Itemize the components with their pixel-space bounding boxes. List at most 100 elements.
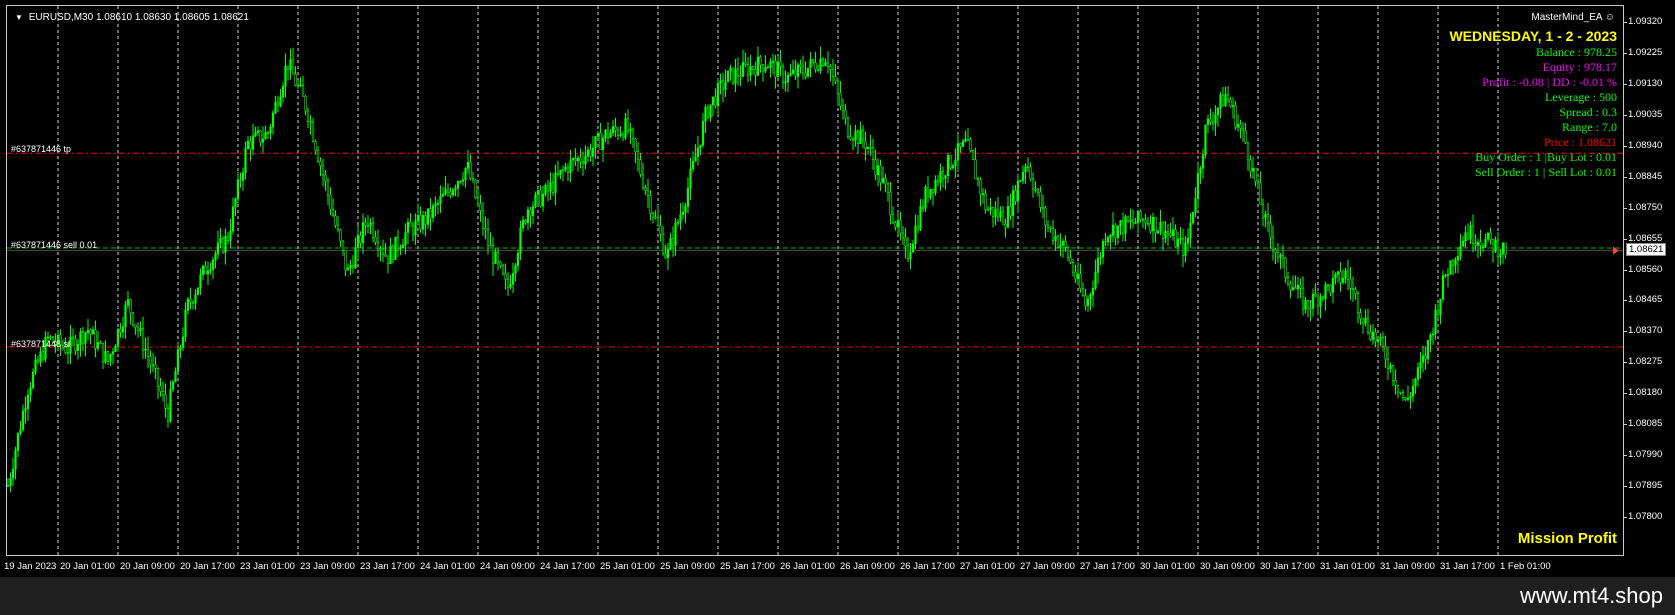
candle-body — [79, 331, 82, 345]
candle-body — [901, 232, 905, 239]
candle-body — [101, 342, 105, 363]
candle-body — [324, 174, 327, 182]
price-tick-label: 1.08085 — [1623, 418, 1663, 430]
price-chart[interactable] — [7, 6, 1624, 556]
candle-body — [549, 182, 552, 192]
candle-body — [1004, 224, 1007, 228]
candle-body — [709, 104, 712, 118]
expert-advisor-label[interactable]: MasterMind_EA ☺ — [1531, 12, 1615, 23]
candle-body — [1269, 222, 1272, 238]
candle-body — [1394, 379, 1397, 386]
ohlc-values: 1.08610 1.08630 1.08605 1.08621 — [95, 12, 249, 23]
candle-body — [601, 137, 605, 150]
chart-window[interactable]: ▼ EURUSD,M30 1.08610 1.08630 1.08605 1.0… — [0, 0, 1675, 577]
candle-body — [509, 284, 512, 288]
time-tick-label: 20 Jan 09:00 — [120, 561, 175, 572]
candle-body — [536, 190, 540, 195]
ea-name-text: MasterMind_EA — [1531, 12, 1602, 23]
candle-body — [1061, 240, 1065, 246]
candle-body — [1316, 295, 1320, 307]
candle-body — [561, 169, 565, 172]
candle-body — [834, 76, 837, 82]
candle-body — [1459, 246, 1462, 257]
time-tick-label: 23 Jan 17:00 — [360, 561, 415, 572]
time-axis[interactable]: 19 Jan 2023 20 Jan 01:00 20 Jan 09:00 20 Ja… — [0, 556, 1624, 577]
dropdown-triangle-icon[interactable]: ▼ — [15, 13, 23, 22]
candle-body — [1216, 107, 1220, 116]
candle-body — [1154, 217, 1157, 234]
candle-body — [194, 294, 197, 304]
candle-body — [1159, 222, 1162, 232]
candle-body — [1189, 222, 1192, 239]
candle-body — [546, 185, 550, 192]
candle-body — [1231, 105, 1235, 107]
price-tick-label: 1.08750 — [1623, 201, 1663, 213]
candle-body — [1406, 397, 1410, 400]
candle-body — [746, 64, 750, 76]
candle-body — [999, 211, 1002, 218]
candle-body — [1196, 173, 1200, 199]
candle-body — [159, 386, 162, 392]
time-tick-label: 1 Feb 01:00 — [1500, 561, 1551, 572]
candle-body — [811, 59, 815, 64]
candle-body — [1076, 273, 1080, 280]
candle-body — [34, 359, 37, 373]
candle-body — [1294, 287, 1297, 290]
candle-body — [1209, 118, 1212, 123]
candle-body — [1034, 188, 1037, 191]
candle-body — [339, 229, 342, 242]
candle-body — [621, 133, 625, 139]
candle-body — [896, 219, 900, 228]
candle-body — [119, 329, 122, 333]
candle-body — [246, 140, 250, 149]
candle-body — [1001, 211, 1005, 225]
candle-body — [384, 253, 387, 257]
candle-body — [1349, 278, 1352, 289]
candle-body — [319, 161, 322, 166]
candle-body — [144, 348, 147, 351]
candle-body — [641, 173, 645, 188]
candle-body — [104, 351, 107, 363]
panel-balance: Balance : 978.25 — [1536, 45, 1617, 59]
candle-body — [389, 245, 392, 265]
candle-body — [924, 187, 927, 209]
candle-body — [631, 128, 635, 140]
candle-body — [226, 236, 230, 241]
tp-order-label[interactable]: #637871446 tp — [11, 144, 71, 154]
price-tick-label: 1.08275 — [1623, 356, 1663, 368]
candle-body — [829, 66, 832, 70]
candle-body — [1059, 244, 1062, 248]
candle-body — [1226, 94, 1230, 100]
candle-body — [361, 222, 365, 244]
time-tick-label: 27 Jan 09:00 — [1020, 561, 1075, 572]
candle-body — [294, 73, 297, 86]
candle-body — [871, 147, 875, 160]
candle-body — [1006, 206, 1010, 228]
smiley-icon[interactable]: ☺ — [1605, 12, 1615, 23]
candle-body — [199, 274, 202, 289]
candle-body — [1224, 94, 1227, 107]
sell-order-label[interactable]: #637871446 sell 0.01 — [11, 240, 97, 250]
candle-body — [304, 96, 307, 112]
candle-body — [1361, 318, 1365, 324]
candle-body — [504, 273, 507, 280]
candle-body — [736, 68, 740, 77]
candle-body — [1296, 284, 1300, 290]
candle-body — [804, 72, 807, 77]
candle-body — [89, 329, 92, 335]
time-tick-label: 23 Jan 01:00 — [240, 561, 295, 572]
candle-body — [724, 81, 727, 90]
candle-body — [611, 126, 615, 134]
candle-body — [1396, 385, 1400, 393]
candle-body — [1446, 274, 1450, 276]
time-tick-label: 24 Jan 01:00 — [420, 561, 475, 572]
price-axis[interactable]: 1.09320 1.09225 1.09130 1.09035 1.08940 1.088… — [1623, 5, 1675, 556]
chart-plot-area[interactable]: ▼ EURUSD,M30 1.08610 1.08630 1.08605 1.0… — [6, 5, 1624, 556]
candle-body — [461, 179, 465, 182]
sl-order-label[interactable]: #637871448 sl — [11, 339, 70, 349]
candle-body — [1369, 331, 1372, 340]
candle-body — [806, 67, 810, 77]
candle-body — [1409, 395, 1412, 399]
candle-body — [1191, 211, 1195, 224]
candle-body — [941, 171, 945, 179]
